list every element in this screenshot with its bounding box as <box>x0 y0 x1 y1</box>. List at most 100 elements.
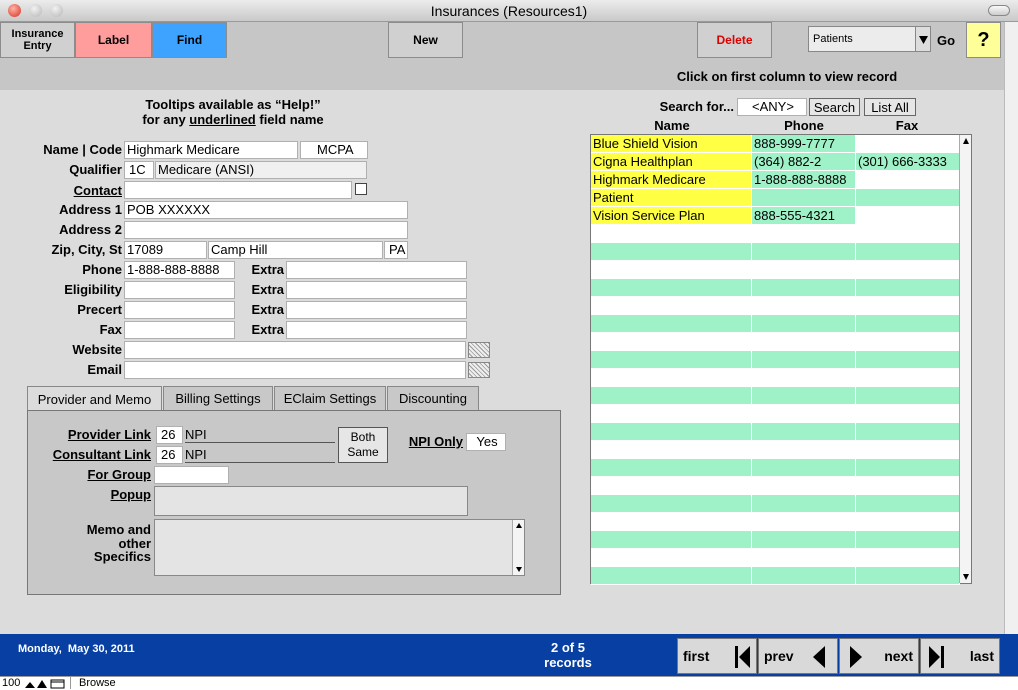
first-record-button[interactable]: first <box>677 638 757 674</box>
list-row[interactable]: Blue Shield Vision 888-999-7777 <box>591 135 960 153</box>
contact-checkbox[interactable] <box>355 183 367 195</box>
list-cell-name[interactable] <box>591 297 752 315</box>
eligibility-extra-field[interactable] <box>286 281 467 299</box>
help-button[interactable]: ? <box>966 22 1001 58</box>
list-cell-name[interactable] <box>591 549 752 567</box>
list-cell-name[interactable] <box>591 513 752 531</box>
name-field[interactable]: Highmark Medicare <box>124 141 298 159</box>
list-cell-name[interactable]: Cigna Healthplan <box>591 153 752 171</box>
empty-list-row[interactable] <box>591 243 960 261</box>
provider-link-number[interactable]: 26 <box>156 426 183 444</box>
city-field[interactable]: Camp Hill <box>208 241 383 259</box>
email-field[interactable] <box>124 361 466 379</box>
empty-list-row[interactable] <box>591 495 960 513</box>
precert-extra-field[interactable] <box>286 301 467 319</box>
empty-list-row[interactable] <box>591 459 960 477</box>
empty-list-row[interactable] <box>591 297 960 315</box>
list-row[interactable]: Highmark Medicare 1-888-888-8888 <box>591 171 960 189</box>
empty-list-row[interactable] <box>591 315 960 333</box>
empty-list-row[interactable] <box>591 531 960 549</box>
toolbar-toggle-button[interactable] <box>988 5 1010 16</box>
empty-list-row[interactable] <box>591 549 960 567</box>
npi-only-label[interactable]: NPI Only <box>400 434 463 449</box>
list-scrollbar[interactable] <box>959 135 971 583</box>
popup-field[interactable] <box>154 486 468 516</box>
list-cell-name[interactable]: Blue Shield Vision <box>591 135 752 153</box>
insurance-entry-button[interactable]: Insurance Entry <box>0 22 75 58</box>
tab-eclaim-settings[interactable]: EClaim Settings <box>274 386 386 410</box>
search-input[interactable]: <ANY> <box>737 98 807 116</box>
empty-list-row[interactable] <box>591 423 960 441</box>
empty-list-row[interactable] <box>591 405 960 423</box>
list-cell-name[interactable] <box>591 441 752 459</box>
list-cell-name[interactable]: Vision Service Plan <box>591 207 752 225</box>
empty-list-row[interactable] <box>591 279 960 297</box>
contact-label[interactable]: Contact <box>20 183 122 198</box>
address2-field[interactable] <box>124 221 408 239</box>
memo-scrollbar[interactable] <box>512 520 524 575</box>
list-cell-name[interactable] <box>591 225 752 243</box>
list-cell-name[interactable] <box>591 369 752 387</box>
consultant-link-label[interactable]: Consultant Link <box>30 447 151 462</box>
zoom-level[interactable]: 100 <box>2 677 20 689</box>
list-cell-name[interactable] <box>591 279 752 297</box>
delete-button[interactable]: Delete <box>697 22 772 58</box>
precert-field[interactable] <box>124 301 235 319</box>
list-cell-name[interactable] <box>591 567 752 585</box>
list-row[interactable]: Vision Service Plan 888-555-4321 <box>591 207 960 225</box>
column-header-fax[interactable]: Fax <box>855 118 959 133</box>
empty-list-row[interactable] <box>591 513 960 531</box>
email-open-icon[interactable] <box>468 362 490 378</box>
empty-list-row[interactable] <box>591 387 960 405</box>
for-group-field[interactable] <box>154 466 229 484</box>
empty-list-row[interactable] <box>591 225 960 243</box>
label-button[interactable]: Label <box>75 22 152 58</box>
list-cell-name[interactable] <box>591 243 752 261</box>
list-cell-name[interactable] <box>591 315 752 333</box>
address1-field[interactable]: POB XXXXXX <box>124 201 408 219</box>
qualifier-code-field[interactable]: 1C <box>124 161 154 179</box>
provider-link-label[interactable]: Provider Link <box>30 427 151 442</box>
new-button[interactable]: New <box>388 22 463 58</box>
next-record-button[interactable]: next <box>839 638 919 674</box>
prev-record-button[interactable]: prev <box>758 638 838 674</box>
window-scrollbar[interactable] <box>1004 22 1018 634</box>
tab-discounting[interactable]: Discounting <box>387 386 479 410</box>
fax-field[interactable] <box>124 321 235 339</box>
website-open-icon[interactable] <box>468 342 490 358</box>
list-cell-name[interactable] <box>591 351 752 369</box>
tab-provider-and-memo[interactable]: Provider and Memo <box>27 386 162 411</box>
empty-list-row[interactable] <box>591 477 960 495</box>
empty-list-row[interactable] <box>591 441 960 459</box>
eligibility-field[interactable] <box>124 281 235 299</box>
mode-indicator[interactable]: Browse <box>70 677 136 689</box>
list-cell-name[interactable] <box>591 495 752 513</box>
chevron-down-icon[interactable] <box>915 27 930 51</box>
empty-list-row[interactable] <box>591 261 960 279</box>
last-record-button[interactable]: last <box>920 638 1000 674</box>
tab-billing-settings[interactable]: Billing Settings <box>163 386 273 410</box>
contact-field[interactable] <box>124 181 352 199</box>
list-cell-name[interactable] <box>591 459 752 477</box>
find-button[interactable]: Find <box>152 22 227 58</box>
list-cell-name[interactable] <box>591 333 752 351</box>
column-header-name[interactable]: Name <box>591 118 753 133</box>
list-cell-name[interactable] <box>591 261 752 279</box>
empty-list-row[interactable] <box>591 333 960 351</box>
code-field[interactable]: MCPA <box>300 141 368 159</box>
phone-field[interactable]: 1-888-888-8888 <box>124 261 235 279</box>
empty-list-row[interactable] <box>591 351 960 369</box>
list-row[interactable]: Patient <box>591 189 960 207</box>
zip-field[interactable]: 17089 <box>124 241 207 259</box>
list-row[interactable]: Cigna Healthplan (364) 882-2 (301) 666-333… <box>591 153 960 171</box>
website-field[interactable] <box>124 341 466 359</box>
list-cell-name[interactable] <box>591 423 752 441</box>
zoom-controls-icon[interactable] <box>24 679 66 689</box>
list-cell-name[interactable]: Highmark Medicare <box>591 171 752 189</box>
record-type-dropdown[interactable]: Patients <box>808 26 931 52</box>
empty-list-row[interactable] <box>591 567 960 585</box>
state-field[interactable]: PA <box>384 241 408 259</box>
popup-label[interactable]: Popup <box>30 487 151 502</box>
for-group-label[interactable]: For Group <box>30 467 151 482</box>
list-cell-name[interactable] <box>591 405 752 423</box>
